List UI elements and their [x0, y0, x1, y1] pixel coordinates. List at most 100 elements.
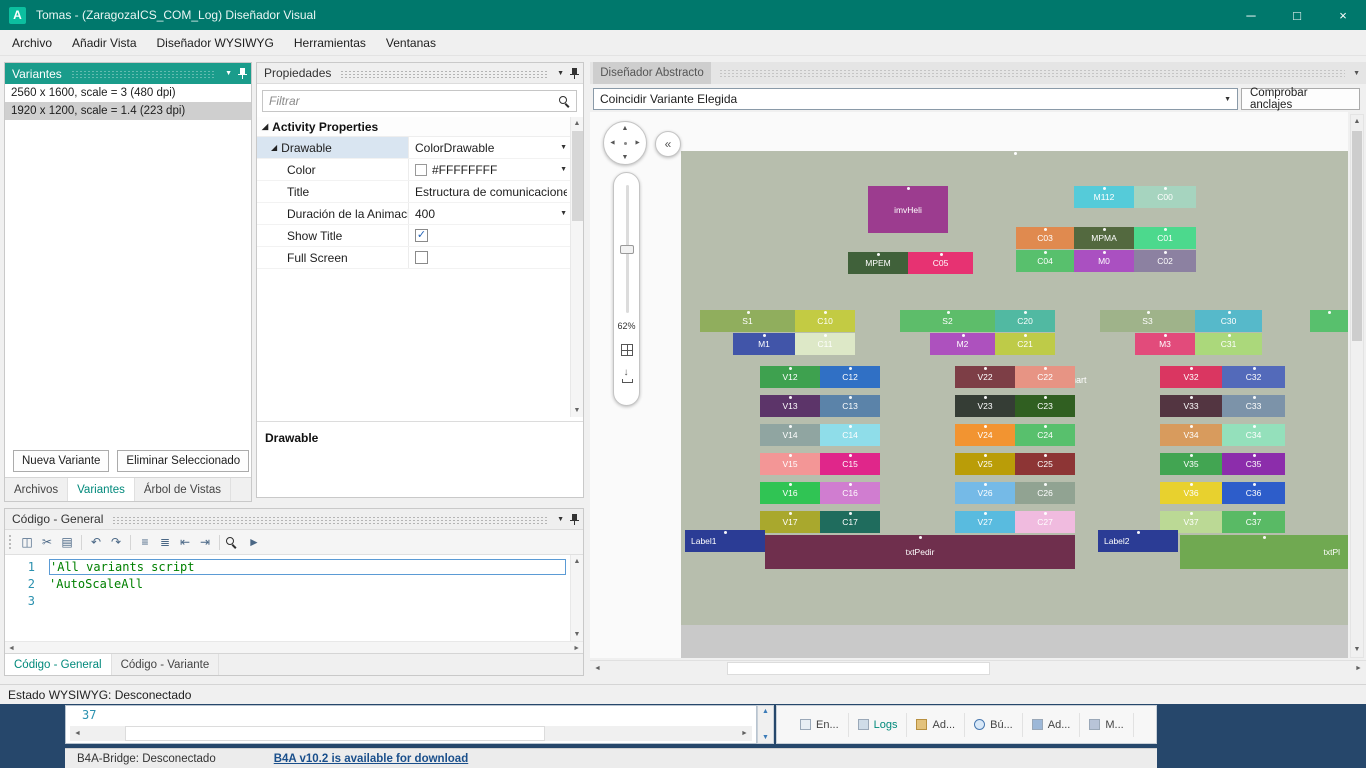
scroll-down-icon[interactable]: ▼ [762, 734, 769, 741]
designer-view-c20[interactable]: C20 [995, 310, 1055, 332]
scroll-down-icon[interactable]: ▼ [571, 404, 583, 417]
tab-rbol-de-vistas[interactable]: Árbol de Vistas [135, 478, 231, 501]
checkbox[interactable] [415, 251, 428, 264]
pan-left-icon[interactable]: ◄ [609, 140, 616, 147]
designer-view-v23[interactable]: V23 [955, 395, 1015, 417]
chevron-down-icon[interactable]: ▼ [557, 516, 564, 523]
designer-view-v24[interactable]: V24 [955, 424, 1015, 446]
expander-icon[interactable]: ◢ [262, 122, 268, 131]
designer-view-v15[interactable]: V15 [760, 453, 820, 475]
variant-selector-dropdown[interactable]: Coincidir Variante Elegida ▼ [593, 88, 1238, 110]
variant-item[interactable]: 1920 x 1200, scale = 1.4 (223 dpi) [5, 102, 251, 120]
collapse-tools-button[interactable]: « [655, 131, 681, 157]
increase-indent-icon[interactable]: ⇥ [196, 533, 214, 551]
designer-view-v32[interactable]: V32 [1160, 366, 1222, 388]
scroll-left-icon[interactable]: ◄ [70, 726, 85, 741]
designer-view-c27[interactable]: C27 [1015, 511, 1075, 533]
new-variant-button[interactable]: Nueva Variante [13, 450, 110, 472]
property-value[interactable]: ColorDrawable ▼ [409, 137, 570, 158]
dropdown-arrow-icon[interactable]: ▼ [560, 210, 567, 217]
designer-view-block[interactable] [1310, 310, 1348, 332]
scroll-up-icon[interactable]: ▲ [571, 117, 583, 130]
property-value[interactable]: 400 ▼ [409, 203, 570, 224]
search-icon[interactable] [558, 95, 571, 108]
tab-c-digo-variante[interactable]: Código - Variante [112, 654, 220, 675]
chevron-down-icon[interactable]: ▼ [225, 70, 232, 77]
tab-abstract-designer[interactable]: Diseñador Abstracto [593, 62, 711, 84]
designer-view-c04[interactable]: C04 [1016, 250, 1074, 272]
designer-view-s2[interactable]: S2 [900, 310, 995, 332]
find-icon[interactable] [225, 533, 243, 551]
background-horizontal-scrollbar[interactable]: ◄ ► [70, 726, 752, 741]
designer-view-c30[interactable]: C30 [1195, 310, 1262, 332]
designer-view-c10[interactable]: C10 [795, 310, 855, 332]
designer-view-c02[interactable]: C02 [1134, 250, 1196, 272]
scroll-down-icon[interactable]: ▼ [1351, 643, 1363, 657]
paste-icon[interactable]: ▤ [58, 533, 76, 551]
tab-c-digo-general[interactable]: Código - General [5, 654, 112, 675]
scroll-right-icon[interactable]: ► [1351, 665, 1366, 672]
designer-view-label1[interactable]: Label1 [685, 530, 765, 552]
pan-control[interactable]: ▲ ▼ ◄ ► [603, 121, 647, 165]
scroll-left-icon[interactable]: ◄ [590, 665, 605, 672]
scroll-up-icon[interactable]: ▲ [571, 555, 583, 568]
designer-view-c21[interactable]: C21 [995, 333, 1055, 355]
designer-view-v33[interactable]: V33 [1160, 395, 1222, 417]
designer-view-txtpl[interactable]: txtPl [1180, 535, 1348, 569]
delete-selected-button[interactable]: Eliminar Seleccionado [117, 450, 250, 472]
designer-view-s3[interactable]: S3 [1100, 310, 1195, 332]
pan-up-icon[interactable]: ▲ [622, 125, 629, 132]
designer-view-v26[interactable]: V26 [955, 482, 1015, 504]
designer-view-c11[interactable]: C11 [795, 333, 855, 355]
designer-view-c17[interactable]: C17 [820, 511, 880, 533]
designer-view-m1[interactable]: M1 [733, 333, 795, 355]
bottom-tab-b[interactable]: Bú... [965, 712, 1023, 737]
scroll-thumb[interactable] [125, 726, 545, 741]
variant-item[interactable]: 2560 x 1600, scale = 3 (480 dpi) [5, 84, 251, 102]
designer-view-v36[interactable]: V36 [1160, 482, 1222, 504]
designer-view-c12[interactable]: C12 [820, 366, 880, 388]
background-vertical-scrollbar[interactable]: ▲ ▼ [757, 705, 774, 744]
pan-right-icon[interactable]: ► [634, 140, 641, 147]
designer-view-imvheli[interactable]: imvHeli [868, 186, 948, 233]
property-group-header[interactable]: ◢ Activity Properties [257, 117, 570, 137]
designer-view-v35[interactable]: V35 [1160, 453, 1222, 475]
cut-icon[interactable]: ✂ [38, 533, 56, 551]
designer-view-c32[interactable]: C32 [1222, 366, 1285, 388]
designer-view-c15[interactable]: C15 [820, 453, 880, 475]
designer-view-c24[interactable]: C24 [1015, 424, 1075, 446]
code-vertical-scrollbar[interactable]: ▲ ▼ [570, 555, 583, 641]
scroll-up-icon[interactable]: ▲ [1351, 115, 1363, 129]
code-line[interactable]: 3 [5, 592, 570, 609]
run-icon[interactable]: ► [245, 533, 263, 551]
pin-icon[interactable] [570, 67, 579, 79]
property-value[interactable]: #FFFFFFFF ▼ [409, 159, 570, 180]
designer-view-v25[interactable]: V25 [955, 453, 1015, 475]
bottom-tab-en[interactable]: En... [791, 712, 849, 737]
color-swatch[interactable] [415, 163, 427, 176]
property-filter-input[interactable] [263, 94, 558, 108]
uncomment-lines-icon[interactable]: ≣ [156, 533, 174, 551]
menu-item-dise-ador-wysiwyg[interactable]: Diseñador WYSIWYG [147, 30, 284, 55]
check-anchors-button[interactable]: Comprobar anclajes [1241, 87, 1360, 111]
menu-item-a-adir-vista[interactable]: Añadir Vista [62, 30, 146, 55]
property-row-title[interactable]: Title Estructura de comunicacione [257, 181, 570, 203]
scroll-up-icon[interactable]: ▲ [762, 708, 769, 715]
scroll-right-icon[interactable]: ► [737, 726, 752, 741]
designer-horizontal-scrollbar[interactable]: ◄ ► [590, 660, 1366, 676]
scroll-right-icon[interactable]: ► [573, 645, 580, 652]
menu-item-herramientas[interactable]: Herramientas [284, 30, 376, 55]
property-row-color[interactable]: Color #FFFFFFFF ▼ [257, 159, 570, 181]
designer-canvas[interactable]: lvOrgChart imvHeliM112C00C03MPMAC01MPEMC… [681, 151, 1348, 625]
designer-view-mpem[interactable]: MPEM [848, 252, 908, 274]
redo-icon[interactable]: ↷ [107, 533, 125, 551]
decrease-indent-icon[interactable]: ⇤ [176, 533, 194, 551]
designer-view-v16[interactable]: V16 [760, 482, 820, 504]
menu-item-archivo[interactable]: Archivo [2, 30, 62, 55]
fit-to-grid-button[interactable] [620, 343, 634, 357]
property-value[interactable]: Estructura de comunicacione [409, 181, 570, 202]
designer-view-mpma[interactable]: MPMA [1074, 227, 1134, 249]
zoom-slider-handle[interactable] [620, 245, 634, 254]
designer-view-s1[interactable]: S1 [700, 310, 795, 332]
designer-view-txtpedir[interactable]: txtPedir [765, 535, 1075, 569]
